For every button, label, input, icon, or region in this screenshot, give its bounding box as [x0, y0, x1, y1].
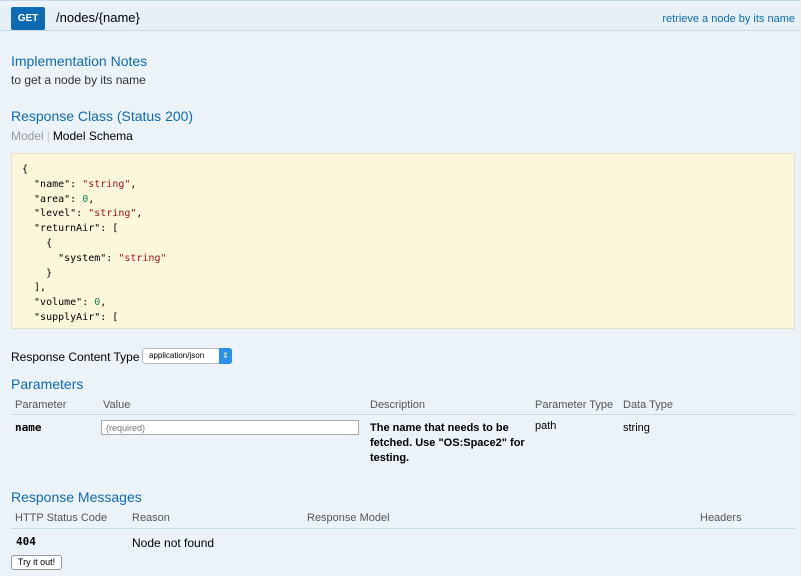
- model-schema-code: { "name": "string", "area": 0, "level": …: [22, 164, 167, 323]
- param-header-parameter-type: Parameter Type: [535, 399, 614, 411]
- try-it-out-button[interactable]: Try it out!: [11, 555, 62, 570]
- http-method-badge[interactable]: GET: [11, 7, 45, 30]
- select-arrows-icon: ⇕: [219, 348, 232, 364]
- response-content-type-select[interactable]: application/json ⇕: [142, 348, 232, 364]
- param-description: The name that needs to be fetched. Use "…: [370, 422, 525, 464]
- param-header-divider: [11, 414, 795, 415]
- param-name: name: [15, 421, 42, 434]
- tab-model-schema[interactable]: Model Schema: [53, 129, 133, 143]
- response-content-type-label: Response Content Type: [11, 350, 140, 364]
- implementation-notes-text: to get a node by its name: [11, 73, 146, 87]
- endpoint-summary[interactable]: retrieve a node by its name: [662, 7, 795, 31]
- model-schema-box[interactable]: { "name": "string", "area": 0, "level": …: [11, 153, 795, 329]
- tab-separator: |: [46, 129, 50, 143]
- param-header-value: Value: [103, 399, 131, 411]
- parameters-title: Parameters: [11, 376, 84, 392]
- endpoint-path[interactable]: /nodes/{name}: [56, 7, 140, 29]
- response-content-type-value: application/json: [149, 351, 205, 360]
- response-class-title: Response Class (Status 200): [11, 108, 194, 124]
- resp-status-code: 404: [16, 535, 36, 548]
- operation-heading[interactable]: GET /nodes/{name} retrieve a node by its…: [0, 7, 801, 31]
- tab-model[interactable]: Model: [11, 129, 44, 143]
- response-messages-title: Response Messages: [11, 489, 142, 505]
- implementation-notes-title: Implementation Notes: [11, 53, 148, 69]
- operation-panel: GET /nodes/{name} retrieve a node by its…: [0, 0, 801, 576]
- param-type: path: [535, 420, 557, 432]
- resp-reason: Node not found: [132, 536, 215, 550]
- param-header-description: Description: [370, 399, 426, 411]
- param-header-data-type: Data Type: [623, 399, 673, 411]
- resp-header-divider: [11, 528, 795, 529]
- resp-header-reason: Reason: [132, 512, 170, 524]
- resp-header-headers: Headers: [700, 512, 742, 524]
- param-data-type: string: [623, 422, 650, 434]
- resp-header-status-code: HTTP Status Code: [15, 512, 108, 524]
- param-header-parameter: Parameter: [15, 399, 67, 411]
- model-tabs: Model | Model Schema: [11, 129, 133, 143]
- param-name-input[interactable]: [101, 420, 359, 435]
- resp-header-response-model: Response Model: [307, 512, 390, 524]
